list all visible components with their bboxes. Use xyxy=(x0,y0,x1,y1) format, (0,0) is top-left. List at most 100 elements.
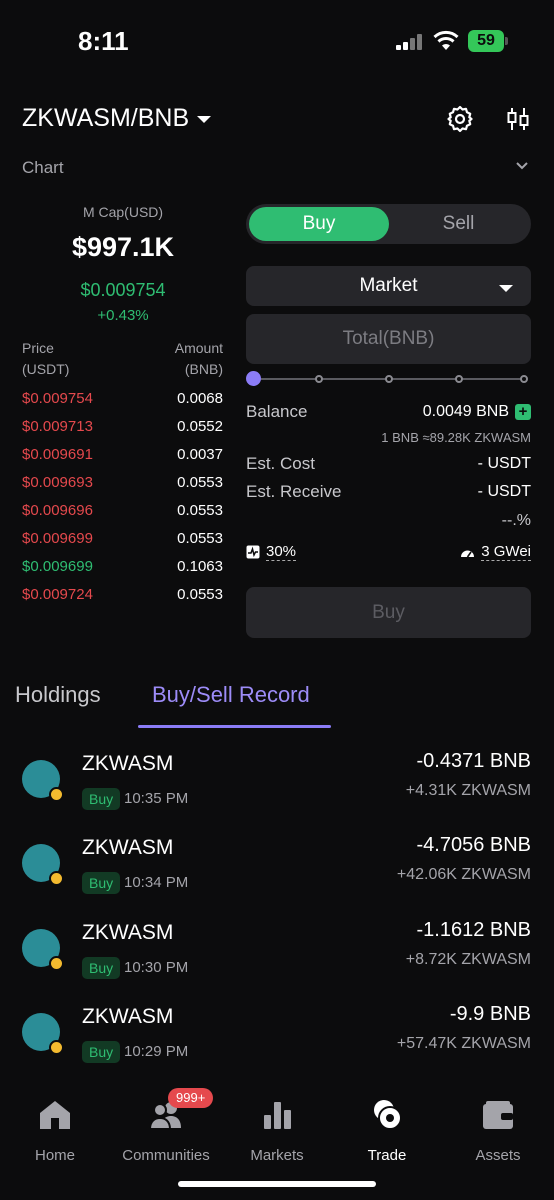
exchange-rate: 1 BNB ≈89.28K ZKWASM xyxy=(381,430,531,445)
orderbook-amount: 0.1063 xyxy=(177,558,223,575)
est-receive-row: Est. Receive - USDT xyxy=(246,482,531,502)
tab-holdings[interactable]: Holdings xyxy=(15,682,101,708)
list-item[interactable]: ZKWASM Buy 10:35 PM -0.4371 BNB +4.31K Z… xyxy=(0,744,554,828)
slider-step-25[interactable] xyxy=(315,375,323,383)
est-cost-value: - USDT xyxy=(477,455,531,472)
nav-home-label: Home xyxy=(34,1147,75,1164)
balance-value: 0.0049 BNB xyxy=(422,403,509,420)
pair-title: ZKWASM/BNB xyxy=(22,104,190,132)
nav-communities[interactable]: Communities xyxy=(111,1098,221,1164)
record-time: 10:30 PM xyxy=(124,959,189,976)
slider-knob[interactable] xyxy=(246,371,261,386)
record-side-badge: Buy xyxy=(82,1041,121,1063)
orderbook-amount: 0.0553 xyxy=(177,586,223,603)
candlestick-icon[interactable] xyxy=(504,105,532,133)
token-logo xyxy=(22,1013,64,1055)
record-token-name: ZKWASM xyxy=(82,1005,174,1028)
est-receive-value: - USDT xyxy=(477,483,531,500)
caret-down-icon xyxy=(499,285,513,292)
orderbook-amount: 0.0553 xyxy=(177,474,223,491)
slippage-setting[interactable]: 30% xyxy=(246,543,297,561)
orderbook-price: $0.009699 xyxy=(22,530,93,547)
tab-buy-sell-record[interactable]: Buy/Sell Record xyxy=(152,682,310,708)
slippage-value: 30% xyxy=(266,543,297,561)
record-side-badge: Buy xyxy=(82,788,121,810)
gas-setting[interactable]: 3 GWei xyxy=(460,543,531,561)
orderbook-price: $0.009691 xyxy=(22,446,93,463)
list-item[interactable]: ZKWASM Buy 10:30 PM -1.1612 BNB +8.72K Z… xyxy=(0,913,554,997)
nav-markets-label: Markets xyxy=(250,1147,304,1164)
slippage-icon xyxy=(246,545,260,559)
gas-icon xyxy=(461,550,475,558)
orderbook-row[interactable]: $0.009713 0.0552 xyxy=(22,418,223,446)
nav-trade-label: Trade xyxy=(367,1147,407,1164)
deposit-plus-icon[interactable]: + xyxy=(515,404,531,420)
chevron-down-icon[interactable] xyxy=(514,158,530,174)
orderbook-row[interactable]: $0.009696 0.0553 xyxy=(22,502,223,530)
trade-icon xyxy=(374,1100,402,1130)
nav-markets[interactable]: Markets xyxy=(222,1098,332,1164)
token-logo xyxy=(22,929,64,971)
nav-trade[interactable]: Trade xyxy=(332,1098,442,1164)
bnb-chain-badge-icon xyxy=(49,1040,64,1055)
record-token-name: ZKWASM xyxy=(82,836,174,859)
orderbook-amount: 0.0553 xyxy=(177,502,223,519)
token-logo xyxy=(22,844,64,886)
record-quantity: +4.31K ZKWASM xyxy=(405,782,531,799)
nav-assets-label: Assets xyxy=(475,1147,521,1164)
nav-home[interactable]: Home xyxy=(0,1098,110,1164)
mcap-label: M Cap(USD) xyxy=(82,204,164,220)
list-item[interactable]: ZKWASM Buy 10:34 PM -4.7056 BNB +42.06K … xyxy=(0,828,554,912)
bar-chart-icon xyxy=(264,1102,291,1129)
orderbook-price: $0.009696 xyxy=(22,502,93,519)
record-amount: -0.4371 BNB xyxy=(416,750,531,772)
sell-tab[interactable]: Sell xyxy=(389,207,528,241)
orderbook-price: $0.009693 xyxy=(22,474,93,491)
orderbook-row[interactable]: $0.009699 0.1063 xyxy=(22,558,223,586)
slider-step-75[interactable] xyxy=(455,375,463,383)
orderbook-row[interactable]: $0.009724 0.0553 xyxy=(22,586,223,614)
orderbook-row[interactable]: $0.009754 0.0068 xyxy=(22,390,223,418)
slider-step-100[interactable] xyxy=(520,375,528,383)
orderbook-price-header: Price (USDT) xyxy=(22,340,70,377)
orderbook-price: $0.009699 xyxy=(22,558,93,575)
wifi-icon xyxy=(433,30,459,50)
orderbook-amount: 0.0552 xyxy=(177,418,223,435)
orderbook-price: $0.009713 xyxy=(22,418,93,435)
orderbook-row[interactable]: $0.009693 0.0553 xyxy=(22,474,223,502)
orderbook-amount-header: Amount (BNB) xyxy=(174,340,223,377)
total-input[interactable]: Total(BNB) xyxy=(246,314,531,364)
nav-assets[interactable]: Assets xyxy=(443,1098,553,1164)
est-cost-row: Est. Cost - USDT xyxy=(246,454,531,474)
token-logo xyxy=(22,760,64,802)
record-quantity: +8.72K ZKWASM xyxy=(405,951,531,968)
list-item[interactable]: ZKWASM Buy 10:29 PM -9.9 BNB +57.47K ZKW… xyxy=(0,997,554,1081)
orderbook-row[interactable]: $0.009691 0.0037 xyxy=(22,446,223,474)
chart-toggle-label[interactable]: Chart xyxy=(22,158,64,178)
orderbook-price: $0.009754 xyxy=(22,390,93,407)
status-time: 8:11 xyxy=(78,26,129,56)
signal-icon xyxy=(396,34,424,50)
record-side-badge: Buy xyxy=(82,957,121,979)
gas-value: 3 GWei xyxy=(481,543,531,561)
balance-row: Balance 0.0049 BNB + xyxy=(246,402,531,422)
buy-tab[interactable]: Buy xyxy=(249,207,389,241)
slider-step-50[interactable] xyxy=(385,375,393,383)
status-bar: 8:11 59 xyxy=(0,0,554,80)
bnb-chain-badge-icon xyxy=(49,956,64,971)
balance-label: Balance xyxy=(246,402,308,421)
orderbook-amount: 0.0037 xyxy=(177,446,223,463)
buy-submit-button[interactable]: Buy xyxy=(246,587,531,638)
orderbook-row[interactable]: $0.009699 0.0553 xyxy=(22,530,223,558)
order-type-select[interactable]: Market xyxy=(246,266,531,306)
record-side-badge: Buy xyxy=(82,872,121,894)
est-cost-label: Est. Cost xyxy=(246,454,315,473)
amount-slider[interactable] xyxy=(246,370,531,388)
pair-selector[interactable]: ZKWASM/BNB xyxy=(22,104,212,133)
record-time: 10:35 PM xyxy=(124,790,189,807)
record-amount: -9.9 BNB xyxy=(449,1003,531,1025)
gear-icon[interactable] xyxy=(446,105,474,133)
caret-down-icon xyxy=(197,116,212,123)
record-time: 10:29 PM xyxy=(124,1043,189,1060)
record-token-name: ZKWASM xyxy=(82,921,174,944)
